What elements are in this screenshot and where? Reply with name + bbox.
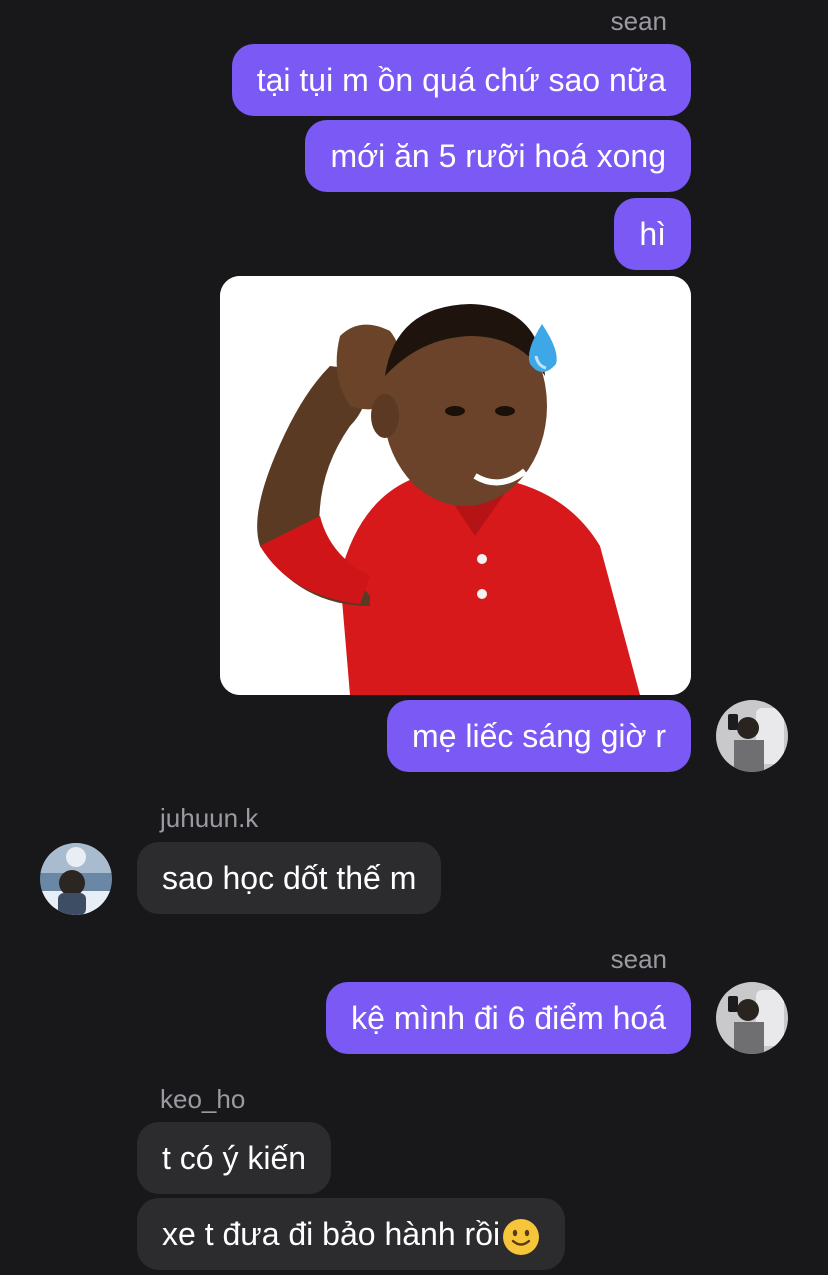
- avatar-juhuun[interactable]: [40, 843, 112, 915]
- image-message[interactable]: [220, 276, 691, 695]
- slightly-smiling-face-icon: [503, 1218, 540, 1255]
- outgoing-message-bubble[interactable]: mẹ liếc sáng giờ r: [387, 700, 691, 772]
- outgoing-message-bubble[interactable]: kệ mình đi 6 điểm hoá: [326, 982, 691, 1054]
- chat-thread[interactable]: sean tại tụi m ồn quá chứ sao nữa mới ăn…: [0, 0, 828, 1275]
- outgoing-message-bubble[interactable]: hì: [614, 198, 691, 270]
- sender-name: juhuun.k: [160, 803, 259, 833]
- sender-name: keo_ho: [160, 1084, 246, 1114]
- sender-name: sean: [610, 944, 667, 974]
- incoming-message-bubble[interactable]: sao học dốt thế m: [137, 842, 442, 914]
- meme-image: [220, 276, 691, 695]
- avatar-sean[interactable]: [716, 982, 788, 1054]
- incoming-message-bubble[interactable]: xe t đưa đi bảo hành rồi: [137, 1198, 566, 1270]
- outgoing-message-bubble[interactable]: tại tụi m ồn quá chứ sao nữa: [231, 44, 691, 116]
- outgoing-message-bubble[interactable]: mới ăn 5 rưỡi hoá xong: [305, 120, 691, 192]
- avatar-sean[interactable]: [716, 700, 788, 772]
- incoming-message-bubble[interactable]: t có ý kiến: [137, 1122, 332, 1194]
- sender-name: sean: [610, 6, 667, 36]
- message-text: xe t đưa đi bảo hành rồi: [162, 1216, 501, 1252]
